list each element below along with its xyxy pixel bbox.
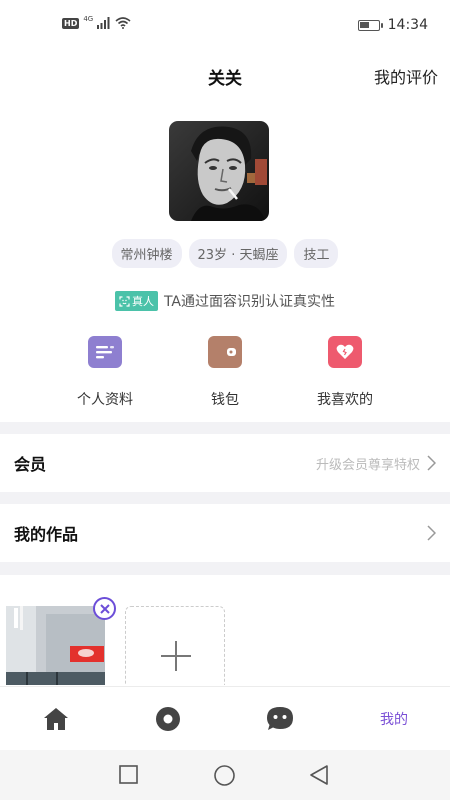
home-circle-icon[interactable] (214, 765, 235, 786)
status-bar: HD 4G 14:34 (0, 0, 450, 52)
bottom-tab-bar: 我的 (0, 686, 450, 750)
battery-fill (359, 21, 369, 28)
tag-age-zodiac: 23岁 · 天蝎座 (188, 239, 288, 268)
membership-hint: 升级会员尊享特权 (315, 458, 420, 473)
profile-tags: 常州钟楼 23岁 · 天蝎座 技工 (0, 239, 450, 268)
back-icon[interactable] (309, 765, 328, 785)
tag-location: 常州钟楼 (111, 239, 182, 268)
chevron-right-icon (427, 525, 436, 541)
system-nav-bar (0, 750, 450, 800)
tag-occupation: 技工 (294, 239, 339, 268)
home-icon (44, 708, 68, 730)
quick-action-liked[interactable]: 我喜欢的 (285, 330, 405, 409)
signal-icon (97, 17, 110, 29)
tab-home[interactable] (0, 687, 112, 751)
verification: 真人 TA通过面容识别认证真实性 (0, 291, 450, 311)
header: 关关 我的评价 (0, 58, 450, 92)
quick-action-liked-label: 我喜欢的 (317, 392, 373, 408)
quick-action-wallet-label: 钱包 (211, 392, 239, 408)
plus-icon (161, 641, 191, 671)
status-right: 14:34 (357, 17, 428, 33)
verification-text: TA通过面容识别认证真实性 (163, 294, 336, 310)
status-left: HD 4G (62, 15, 131, 29)
battery-icon (357, 19, 383, 31)
remove-work-button[interactable] (93, 597, 116, 620)
chat-icon (267, 707, 293, 730)
heart-icon (328, 336, 362, 368)
close-icon (99, 603, 110, 614)
tab-discover[interactable] (112, 687, 224, 751)
tab-messages[interactable] (224, 687, 336, 751)
tab-me[interactable]: 我的 (338, 687, 450, 751)
section-divider (0, 492, 450, 504)
work-thumbnail[interactable] (6, 606, 105, 685)
avatar[interactable] (169, 121, 269, 221)
verified-badge-label: 真人 (131, 295, 154, 308)
face-scan-icon (119, 295, 130, 307)
add-work-button[interactable] (125, 606, 225, 685)
discover-icon (156, 707, 180, 731)
section-divider (0, 562, 450, 575)
avatar-image (169, 121, 269, 221)
quick-action-profile[interactable]: 个人资料 (45, 330, 165, 409)
chevron-right-icon (427, 455, 436, 471)
status-time: 14:34 (387, 17, 428, 33)
tab-me-label: 我的 (380, 712, 408, 728)
network-badge: HD (62, 17, 80, 29)
quick-action-profile-label: 个人资料 (77, 392, 133, 408)
my-works-row[interactable]: 我的作品 (0, 504, 450, 562)
network-type: 4G (83, 15, 94, 23)
section-divider (0, 422, 450, 434)
verified-badge: 真人 (114, 291, 158, 311)
profile-card-icon (88, 336, 122, 368)
quick-action-wallet[interactable]: 钱包 (165, 330, 285, 409)
membership-label: 会员 (14, 455, 47, 474)
quick-actions: 个人资料 钱包 我喜欢的 (0, 330, 450, 415)
my-works-label: 我的作品 (14, 525, 79, 544)
wallet-icon (208, 336, 242, 368)
recent-apps-icon[interactable] (119, 765, 138, 784)
works-gallery (0, 575, 450, 685)
wifi-icon (115, 17, 131, 29)
my-reviews-link[interactable]: 我的评价 (374, 64, 438, 88)
membership-row[interactable]: 会员 升级会员尊享特权 (0, 434, 450, 492)
